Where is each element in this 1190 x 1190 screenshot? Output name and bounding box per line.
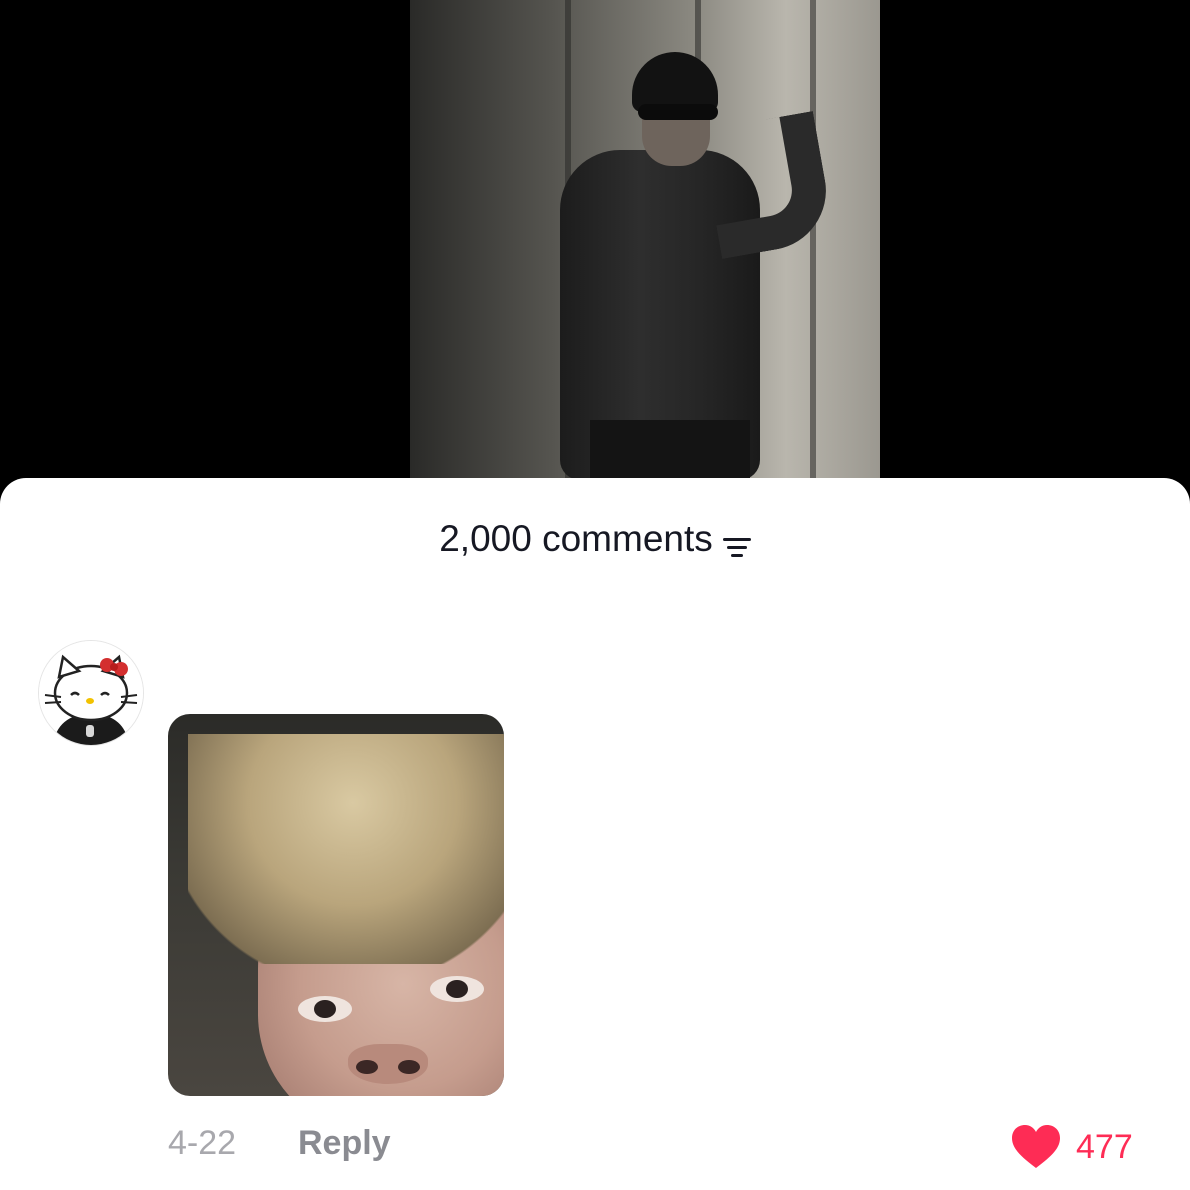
video-player[interactable] xyxy=(0,0,1190,500)
like-count: 477 xyxy=(1076,1127,1133,1166)
comment-image[interactable] xyxy=(168,714,504,1096)
selfie-eye xyxy=(298,996,352,1022)
hello-kitty-avatar-icon xyxy=(39,641,143,745)
reply-button[interactable]: Reply xyxy=(298,1124,391,1163)
person-sunglasses xyxy=(638,104,718,120)
commenter-avatar[interactable] xyxy=(38,640,144,746)
like-button[interactable]: 477 xyxy=(1010,1122,1133,1172)
selfie-nostril xyxy=(356,1060,378,1074)
selfie-nostril xyxy=(398,1060,420,1074)
comment-date: 4-22 xyxy=(168,1124,237,1162)
comment-meta: 4-22 Reply xyxy=(168,1124,391,1163)
comments-sheet: 2,000 comments 4-22 Reply xyxy=(0,478,1190,1190)
wardrobe-panel-line xyxy=(810,0,816,500)
comments-count: 2,000 comments xyxy=(439,518,713,559)
selfie-hair xyxy=(188,734,504,964)
heart-icon xyxy=(1012,1125,1060,1168)
selfie-eye xyxy=(430,976,484,1002)
comments-header: 2,000 comments xyxy=(0,518,1190,560)
person-beanie xyxy=(632,52,718,112)
filter-lines-icon[interactable] xyxy=(722,526,751,558)
selfie-nose xyxy=(348,1044,428,1084)
video-frame xyxy=(410,0,880,500)
